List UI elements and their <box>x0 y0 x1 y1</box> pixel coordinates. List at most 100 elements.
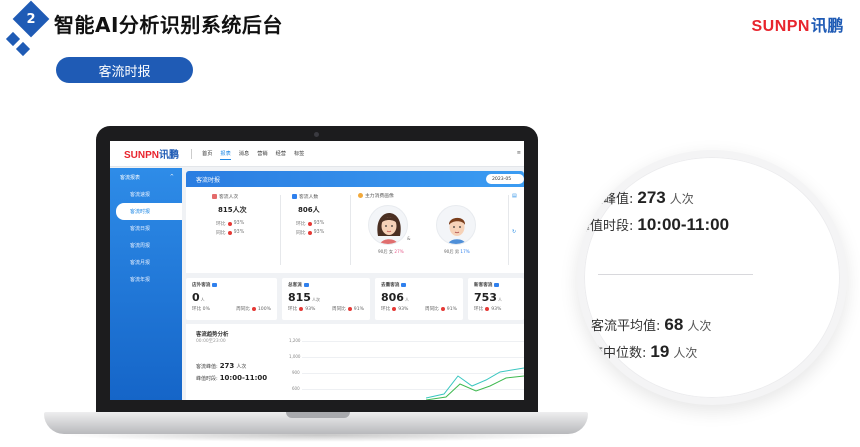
visits-yoy-value: 93% <box>233 230 245 235</box>
people-ring-value: 93% <box>313 221 325 226</box>
trend-range: 00:00至23:00 <box>196 339 226 344</box>
chevron-up-icon: ^ <box>169 174 174 180</box>
unique-traffic-ring-value: 93% <box>398 306 409 312</box>
female-caption: 90后 女 27% <box>378 249 404 255</box>
outside-traffic-value: 0 <box>192 291 200 304</box>
trend-series-b <box>426 375 524 400</box>
trend-peak: 客流峰值: 273 人次 <box>196 362 246 370</box>
magnifier-divider <box>598 274 753 275</box>
consumer-profile-label: 主力消费画像 <box>365 194 394 199</box>
grid-line <box>302 357 524 358</box>
refresh-icon: ↻ <box>512 229 517 235</box>
date-picker[interactable]: 2023-05 <box>486 174 524 184</box>
new-customer-card: 新客客流 753人 环比 93% <box>468 278 524 320</box>
bus-icon <box>303 283 309 287</box>
male-avatar <box>436 205 476 245</box>
trend-peak-time-value: 10:00-11:00 <box>219 374 268 382</box>
divider <box>280 195 281 265</box>
store-icon <box>212 283 218 287</box>
nav-business[interactable]: 经营 <box>276 148 286 159</box>
nav-messages[interactable]: 消息 <box>239 148 249 159</box>
magnifier-callout <box>577 150 847 405</box>
app-screen: SUNPN讯鹏 首页 报表 消息 营销 经营 标签 ≡ 客流报表 ^ 客流速报 … <box>110 141 524 400</box>
visits-yoy-label: 同比 <box>216 231 226 236</box>
unique-traffic-unit: 人 <box>404 297 409 302</box>
divider <box>350 195 351 265</box>
visits-value: 815人次 <box>218 206 247 214</box>
divider <box>191 148 193 159</box>
section-label: 客流时报 <box>56 57 193 83</box>
y-tick: 1,200 <box>289 338 301 343</box>
trend-peak-value: 273 <box>219 362 235 370</box>
nav-tags[interactable]: 标签 <box>294 148 304 159</box>
male-percent: 17% <box>460 249 470 254</box>
people-ring-label: 环比 <box>296 222 306 227</box>
nav-marketing[interactable]: 营销 <box>257 148 267 159</box>
report-banner-title: 客流时报 <box>196 176 221 184</box>
sidebar: 客流报表 ^ 客流速报 客流时报 客流日报 客流周报 客流月报 客流年报 <box>110 168 182 400</box>
menu-icon[interactable]: ≡ <box>517 150 521 156</box>
calendar-icon: ▤ <box>512 193 517 199</box>
down-arrow-icon <box>307 230 312 235</box>
people-yoy-label: 同比 <box>296 231 306 236</box>
slide: 2 智能AI分析识别系统后台 SUNPN讯鹏 客流时报 SUNPN讯鹏 首页 报… <box>0 0 860 447</box>
female-caption-gender: 女 <box>388 249 394 254</box>
divider <box>508 195 509 265</box>
users-icon <box>401 283 407 287</box>
nav-home[interactable]: 首页 <box>202 148 212 159</box>
visits-label: 客流人次 <box>219 195 239 200</box>
people-icon <box>292 194 297 199</box>
unique-traffic-value: 806 <box>381 291 404 304</box>
down-arrow-icon <box>227 221 232 226</box>
sidebar-item-weekly-report[interactable]: 客流周报 <box>110 237 182 254</box>
trend-peak-time-label: 峰值时段: <box>196 376 218 382</box>
trend-title: 客流趋势分析 <box>196 332 229 338</box>
total-traffic-week-value: 91% <box>353 306 364 312</box>
and-separator: & <box>407 237 411 242</box>
step-badge: 2 <box>4 0 50 57</box>
down-arrow-icon <box>347 307 352 311</box>
report-banner: 客流时报 2023-05 <box>186 171 524 187</box>
people-yoy-value: 93% <box>313 230 325 235</box>
down-arrow-icon <box>251 307 256 311</box>
laptop-notch <box>286 412 350 418</box>
app-logo[interactable]: SUNPN讯鹏 <box>124 146 179 161</box>
profile-icon <box>358 193 363 198</box>
outside-traffic-week-label: 周同比 <box>236 307 250 312</box>
trend-peak-label: 客流峰值: <box>196 364 218 370</box>
male-caption: 90后 男 17% <box>444 249 470 255</box>
down-arrow-icon <box>307 221 312 226</box>
sidebar-item-quick-report[interactable]: 客流速报 <box>110 186 182 203</box>
total-traffic-value: 815 <box>288 291 311 304</box>
app-topbar: SUNPN讯鹏 首页 报表 消息 营销 经营 标签 ≡ <box>110 141 524 167</box>
sidebar-item-yearly-report[interactable]: 客流年报 <box>110 271 182 288</box>
unique-traffic-card: 去重客流 806人 环比 93% 周同比 91% <box>375 278 463 320</box>
trend-peak-unit: 人次 <box>236 364 247 370</box>
new-customer-ring-label: 环比 <box>474 307 484 312</box>
sidebar-item-daily-report[interactable]: 客流日报 <box>110 220 182 237</box>
visits-metric: 客流人次 815人次 环比 93% 同比 93% <box>212 193 247 236</box>
male-face-icon <box>447 217 467 244</box>
app-logo-cn: 讯鹏 <box>159 150 180 161</box>
unique-traffic-week-label: 周同比 <box>424 307 439 312</box>
down-arrow-icon <box>227 230 232 235</box>
total-traffic-title: 总客流 <box>288 283 302 288</box>
summary-card: 客流人次 815人次 环比 93% 同比 93% 客流人数 806人 环比 93% 同… <box>186 187 524 273</box>
female-face-icon <box>377 213 401 244</box>
trend-lines <box>426 367 524 400</box>
new-customer-ring-value: 93% <box>491 306 502 312</box>
y-tick: 600 <box>292 386 300 391</box>
people-value: 806人 <box>298 206 320 214</box>
y-tick: 900 <box>292 370 300 375</box>
female-percent: 27% <box>394 249 404 254</box>
sidebar-group-header[interactable]: 客流报表 ^ <box>110 168 182 186</box>
unique-traffic-ring-label: 环比 <box>381 307 391 312</box>
people-metric: 客流人数 806人 环比 93% 同比 93% <box>292 193 324 236</box>
new-customer-title: 新客客流 <box>474 283 493 288</box>
brand-cn: 讯鹏 <box>810 18 844 35</box>
nav-reports[interactable]: 报表 <box>220 148 231 160</box>
report-content: 客流时报 2023-05 客流人次 815人次 环比 93% 同比 93% 客流人数… <box>186 171 524 400</box>
brand-logo: SUNPN讯鹏 <box>751 12 844 36</box>
sidebar-item-monthly-report[interactable]: 客流月报 <box>110 254 182 271</box>
sidebar-item-hourly-report[interactable]: 客流时报 <box>116 203 182 220</box>
